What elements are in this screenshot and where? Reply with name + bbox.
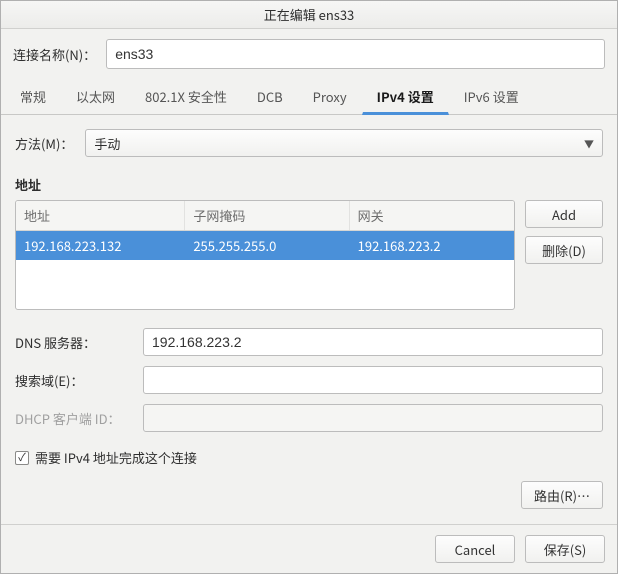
chevron-down-icon: ▼ [584,136,594,151]
method-label: 方法(M)： [15,134,73,153]
tab-ipv4[interactable]: IPv4 设置 [362,78,449,115]
add-button[interactable]: Add [525,200,603,228]
connection-name-label: 连接名称(N)： [13,45,96,64]
window-title: 正在编辑 ens33 [264,5,355,24]
addresses-area: 地址 子网掩码 网关 192.168.223.132 255.255.255.0… [15,200,603,310]
tab-dcb[interactable]: DCB [242,78,298,115]
search-input[interactable] [143,366,603,394]
dialog-footer: Cancel 保存(S) [1,524,617,573]
tab-general[interactable]: 常规 [5,78,61,115]
table-row[interactable]: 192.168.223.132 255.255.255.0 192.168.22… [16,231,514,260]
dns-label: DNS 服务器： [15,333,135,352]
require-ipv4-checkbox[interactable]: ✓ [15,451,29,465]
tab-bar: 常规 以太网 802.1X 安全性 DCB Proxy IPv4 设置 IPv6… [1,77,617,115]
dialog-window: 正在编辑 ens33 连接名称(N)： 常规 以太网 802.1X 安全性 DC… [0,0,618,574]
dhcp-row: DHCP 客户端 ID： [15,404,603,432]
cell-gateway: 192.168.223.2 [350,231,514,260]
search-row: 搜索域(E)： [15,366,603,394]
addresses-title: 地址 [15,175,603,194]
col-gateway: 网关 [350,201,514,230]
titlebar: 正在编辑 ens33 [1,1,617,29]
search-label: 搜索域(E)： [15,371,135,390]
cell-address: 192.168.223.132 [16,231,185,260]
addresses-table[interactable]: 地址 子网掩码 网关 192.168.223.132 255.255.255.0… [15,200,515,310]
dns-row: DNS 服务器： [15,328,603,356]
dhcp-input [143,404,603,432]
require-ipv4-row: ✓ 需要 IPv4 地址完成这个连接 [15,448,603,467]
cancel-button[interactable]: Cancel [435,535,515,563]
connection-name-row: 连接名称(N)： [1,29,617,77]
save-button[interactable]: 保存(S) [525,535,605,563]
method-select[interactable]: 手动 ▼ [85,129,603,157]
tab-ethernet[interactable]: 以太网 [61,78,130,115]
require-ipv4-label: 需要 IPv4 地址完成这个连接 [35,448,197,467]
col-netmask: 子网掩码 [185,201,349,230]
col-address: 地址 [16,201,185,230]
method-value: 手动 [94,134,120,153]
routes-row: 路由(R)… [15,481,603,509]
address-buttons: Add 删除(D) [525,200,603,310]
connection-name-input[interactable] [106,39,605,69]
tab-proxy[interactable]: Proxy [298,78,362,115]
table-header: 地址 子网掩码 网关 [16,201,514,231]
tab-ipv6[interactable]: IPv6 设置 [449,78,534,115]
ipv4-pane: 方法(M)： 手动 ▼ 地址 地址 子网掩码 网关 192.168.223.13… [1,115,617,524]
delete-button[interactable]: 删除(D) [525,236,603,264]
tab-8021x[interactable]: 802.1X 安全性 [130,78,242,115]
dns-input[interactable] [143,328,603,356]
method-row: 方法(M)： 手动 ▼ [15,129,603,157]
cell-netmask: 255.255.255.0 [185,231,349,260]
dhcp-label: DHCP 客户端 ID： [15,409,135,428]
routes-button[interactable]: 路由(R)… [521,481,603,509]
